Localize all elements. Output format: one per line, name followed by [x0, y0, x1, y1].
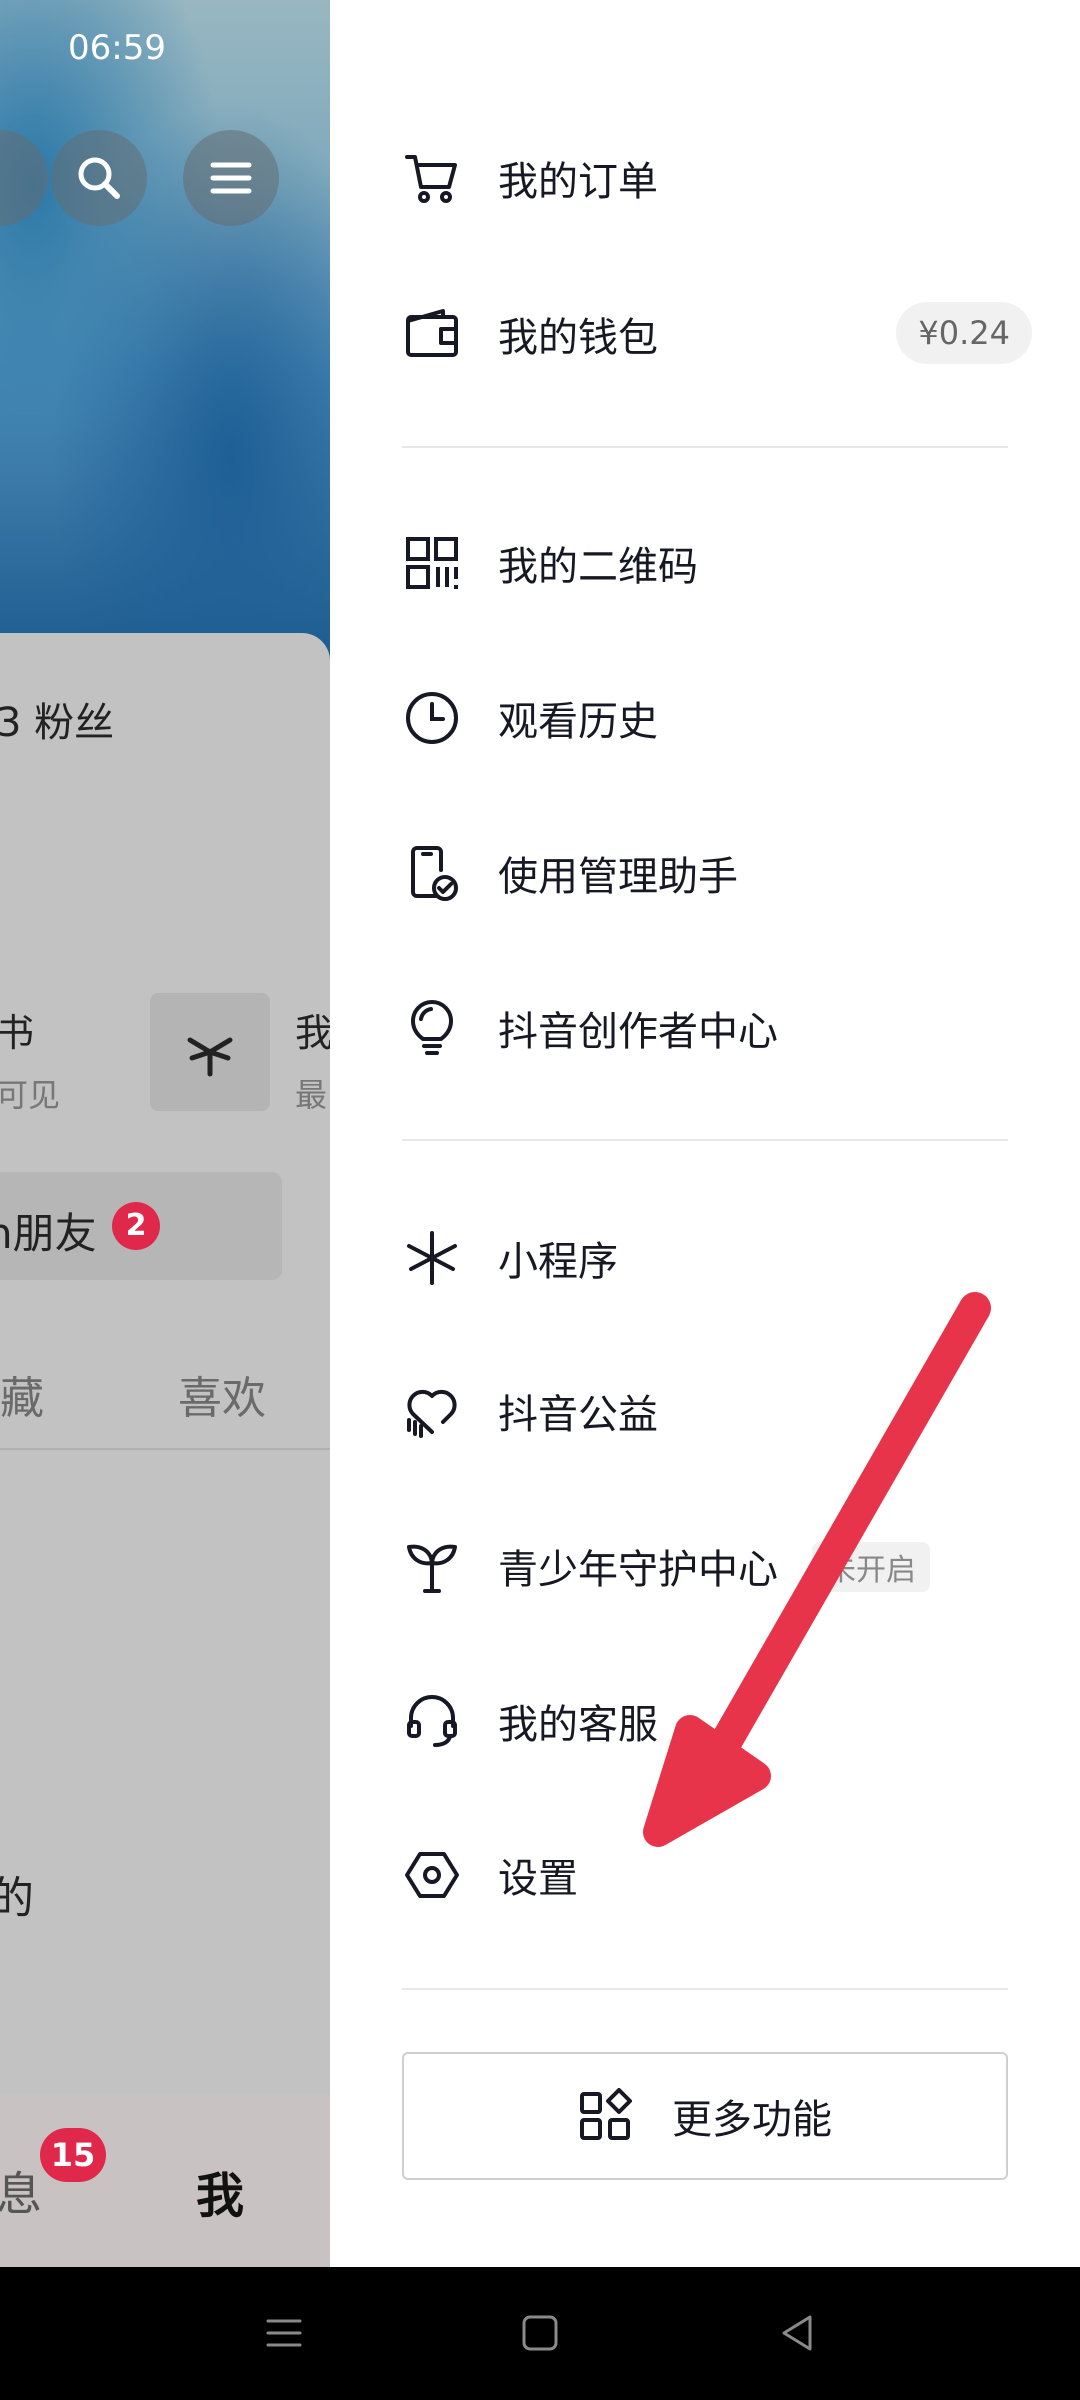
youth-mode-status-tag: 未开启 — [812, 1542, 930, 1592]
menu-item-label: 我的钱包 — [498, 315, 658, 361]
profile-cover — [0, 0, 330, 660]
hexagon-gear-icon — [402, 1845, 462, 1905]
menu-item-label: 小程序 — [498, 1239, 618, 1285]
menu-item-label: 我的二维码 — [498, 544, 698, 590]
background-profile-page: 06:59 3 粉丝 书 可见 我 最 n朋友 2 藏 — [0, 0, 330, 2267]
friends-badge: 2 — [112, 1202, 160, 1250]
recent-apps-icon[interactable] — [262, 2311, 306, 2355]
menu-item-label: 我的客服 — [498, 1702, 658, 1748]
divider — [402, 446, 1008, 448]
content-snippet: 的 — [0, 1873, 34, 1924]
book-title: 书 — [0, 1011, 35, 1055]
search-icon — [78, 157, 120, 199]
heart-hand-icon — [402, 1381, 462, 1441]
tab-messages[interactable]: 息 — [0, 2158, 42, 2224]
menu-item-label: 观看历史 — [498, 699, 658, 745]
menu-item-label: 抖音创作者中心 — [498, 1009, 778, 1055]
menu-item-usage-assistant[interactable]: 使用管理助手 — [402, 818, 1022, 928]
miniapp-title: 我 — [295, 1011, 330, 1055]
phone-check-icon — [402, 843, 462, 903]
tab-collect[interactable]: 藏 — [0, 1362, 44, 1426]
menu-item-qr-code[interactable]: 我的二维码 — [402, 508, 1022, 618]
menu-item-orders[interactable]: 我的订单 — [402, 123, 1022, 233]
sprout-icon — [402, 1536, 462, 1596]
more-features-label: 更多功能 — [672, 2097, 832, 2143]
status-time: 06:59 — [68, 28, 166, 68]
mini-program-icon — [187, 1037, 233, 1077]
menu-item-creator-center[interactable]: 抖音创作者中心 — [402, 973, 1022, 1083]
divider — [402, 1139, 1008, 1141]
profile-sheet — [0, 633, 330, 2267]
mini-program-tile[interactable] — [150, 993, 270, 1111]
clock-icon — [402, 688, 462, 748]
bottom-tab-bar — [0, 2095, 330, 2267]
menu-item-label: 使用管理助手 — [498, 854, 738, 900]
search-button[interactable] — [51, 130, 147, 226]
menu-item-customer-service[interactable]: 我的客服 — [402, 1666, 1022, 1776]
book-sub: 可见 — [0, 1076, 61, 1114]
menu-item-settings[interactable]: 设置 — [402, 1820, 1022, 1930]
home-icon[interactable] — [518, 2311, 562, 2355]
menu-button[interactable] — [183, 130, 279, 226]
qr-code-icon — [402, 533, 462, 593]
headset-icon — [402, 1691, 462, 1751]
side-drawer: 我的订单 我的钱包 ¥0.24 我的二维码 观看历史 使用管理助手 抖音创作者中… — [330, 0, 1080, 2267]
menu-item-label: 我的订单 — [498, 159, 658, 205]
tab-likes[interactable]: 喜欢 — [178, 1362, 266, 1426]
menu-item-charity[interactable]: 抖音公益 — [402, 1356, 1022, 1466]
fans-count[interactable]: 3 粉丝 — [0, 690, 114, 748]
wallet-balance: ¥0.24 — [896, 302, 1032, 364]
divider — [402, 1988, 1008, 1990]
lightbulb-icon — [402, 998, 462, 1058]
mini-program-icon — [402, 1228, 462, 1288]
back-icon[interactable] — [776, 2311, 820, 2355]
menu-item-label: 青少年守护中心 — [498, 1547, 778, 1593]
tab-divider — [0, 1448, 330, 1450]
grid-apps-icon — [580, 2088, 632, 2140]
wallet-icon — [402, 304, 462, 364]
system-nav-bar — [0, 2267, 1080, 2400]
friends-label: n朋友 — [0, 1209, 97, 1258]
cart-icon — [402, 148, 462, 208]
messages-badge: 15 — [40, 2128, 106, 2182]
menu-item-history[interactable]: 观看历史 — [402, 663, 1022, 773]
tab-me[interactable]: 我 — [196, 2156, 244, 2226]
hamburger-icon — [210, 162, 252, 194]
menu-item-mini-programs[interactable]: 小程序 — [402, 1203, 1022, 1313]
menu-item-label: 设置 — [498, 1856, 578, 1902]
menu-item-label: 抖音公益 — [498, 1392, 658, 1438]
more-features-button[interactable]: 更多功能 — [402, 2052, 1008, 2180]
miniapp-sub: 最 — [295, 1076, 328, 1114]
